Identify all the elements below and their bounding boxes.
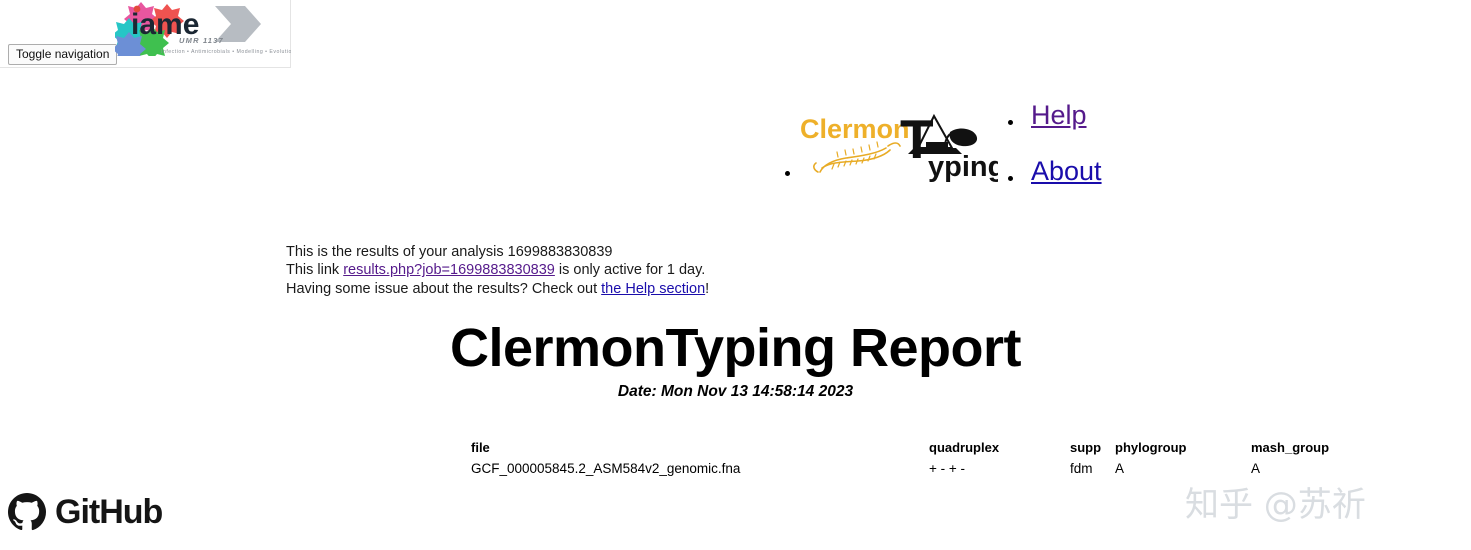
results-table: file quadruplex supp phylogroup mash_gro… — [471, 438, 1371, 479]
intro-line3-suffix: ! — [705, 280, 710, 297]
cell-mash-group: A — [1251, 461, 1261, 476]
intro-line2-prefix: This link — [286, 262, 344, 279]
iame-unit-label: UMR 1137 — [179, 36, 224, 45]
column-header-mash-group: mash_group — [1251, 440, 1330, 455]
intro-line3-prefix: Having some issue about the results? Che… — [286, 280, 602, 297]
cell-file: GCF_000005845.2_ASM584v2_genomic.fna — [471, 461, 741, 476]
cell-quadruplex: + - + - — [929, 461, 966, 476]
watermark: 知乎 @苏祈 — [1185, 485, 1366, 525]
table-header-row: file quadruplex supp phylogroup mash_gro… — [471, 438, 1371, 459]
github-octocat-icon — [8, 493, 46, 531]
list-bullet-icon — [1008, 120, 1013, 125]
intro-line-analysis: This is the results of your analysis 169… — [286, 243, 709, 261]
column-header-quadruplex: quadruplex — [929, 440, 1000, 455]
nav-link-about[interactable]: About — [1031, 154, 1102, 188]
report-date: Date: Mon Nov 13 14:58:14 2023 — [617, 383, 854, 400]
column-header-phylogroup: phylogroup — [1115, 440, 1187, 455]
results-link[interactable]: results.php?job=1699883830839 — [343, 262, 555, 278]
iame-logo[interactable]: iame UMR 1137 Infection • Antimicrobials… — [115, 0, 291, 56]
help-section-link[interactable]: the Help section — [601, 281, 705, 297]
nav-link-help[interactable]: Help — [1031, 98, 1087, 132]
job-id: 1699883830839 — [507, 244, 613, 260]
toggle-navigation-button[interactable]: Toggle navigation — [8, 44, 118, 65]
yping-wordmark: yping — [928, 151, 998, 183]
clermontyping-logo[interactable]: Clermon T yping — [800, 108, 998, 184]
page-title: ClermonTyping Report — [449, 318, 1022, 378]
header-nav-list: Help About — [1008, 98, 1148, 210]
github-footer[interactable]: GitHub — [8, 493, 163, 531]
github-wordmark: GitHub — [55, 493, 163, 531]
cell-supp: fdm — [1070, 461, 1093, 476]
iame-tagline: Infection • Antimicrobials • Modelling •… — [161, 49, 291, 55]
intro-line-help: Having some issue about the results? Che… — [286, 280, 709, 298]
table-row: GCF_000005845.2_ASM584v2_genomic.fna + -… — [471, 459, 1371, 479]
intro-line-link: This link results.php?job=1699883830839 … — [286, 261, 709, 279]
column-header-supp: supp — [1070, 440, 1102, 455]
nav-item-help-row: Help — [1008, 98, 1148, 154]
intro-paragraph: This is the results of your analysis 169… — [286, 243, 709, 298]
iame-dot-accent — [133, 5, 141, 13]
intro-line1-prefix: This is the results of your analysis — [286, 244, 508, 260]
cell-phylogroup: A — [1115, 461, 1125, 476]
nav-item-about-row: About — [1008, 154, 1148, 210]
bacterium-icon — [813, 141, 901, 173]
intro-line2-suffix: is only active for 1 day. — [554, 262, 706, 279]
brand-list-bullet — [785, 171, 790, 176]
list-bullet-icon — [1008, 176, 1013, 181]
clermon-wordmark: Clermon — [800, 114, 910, 144]
column-header-file: file — [471, 440, 490, 455]
